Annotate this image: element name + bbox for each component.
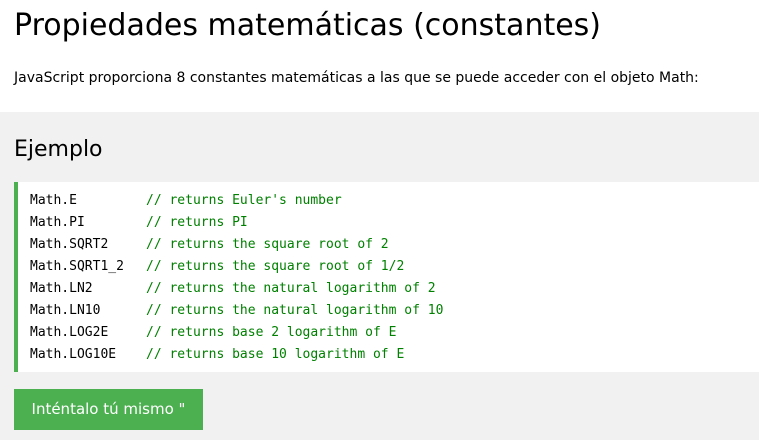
code-comment: // returns Euler's number [146,193,342,208]
code-comment: // returns PI [146,215,248,230]
example-heading: Ejemplo [14,137,103,162]
page-title: Propiedades matemáticas (constantes) [14,8,602,43]
code-line: Math.SQRT1_2 // returns the square root o… [30,256,759,278]
code-text: Math.E [30,193,77,208]
intro-paragraph: JavaScript proporciona 8 constantes mate… [14,70,699,86]
code-block: Math.E // returns Euler's number Math.PI /… [14,182,759,372]
code-text: Math.LOG10E [30,347,117,362]
try-it-yourself-button[interactable]: Inténtalo tú mismo " [14,389,203,430]
code-line: Math.LN2 // returns the natural logarithm… [30,278,759,300]
code-text: Math.LN2 [30,281,93,296]
page: Propiedades matemáticas (constantes) Jav… [0,0,759,440]
code-comment: // returns the natural logarithm of 10 [146,303,444,318]
code-comment: // returns the square root of 2 [146,237,389,252]
code-line: Math.LOG2E // returns base 2 logarithm of… [30,322,759,344]
code-line: Math.LN10 // returns the natural logarith… [30,300,759,322]
code-comment: // returns base 10 logarithm of E [146,347,405,362]
code-line: Math.LOG10E // returns base 10 logarithm … [30,344,759,366]
code-text: Math.SQRT1_2 [30,259,124,274]
code-comment: // returns the natural logarithm of 2 [146,281,436,296]
code-comment: // returns the square root of 1/2 [146,259,405,274]
code-line: Math.SQRT2 // returns the square root of … [30,234,759,256]
code-line: Math.PI // returns PI [30,212,759,234]
code-text: Math.LN10 [30,303,101,318]
code-text: Math.LOG2E [30,325,109,340]
example-panel: Ejemplo Math.E // returns Euler's number … [0,112,759,440]
code-line: Math.E // returns Euler's number [30,190,759,212]
code-text: Math.PI [30,215,85,230]
code-comment: // returns base 2 logarithm of E [146,325,397,340]
code-text: Math.SQRT2 [30,237,109,252]
